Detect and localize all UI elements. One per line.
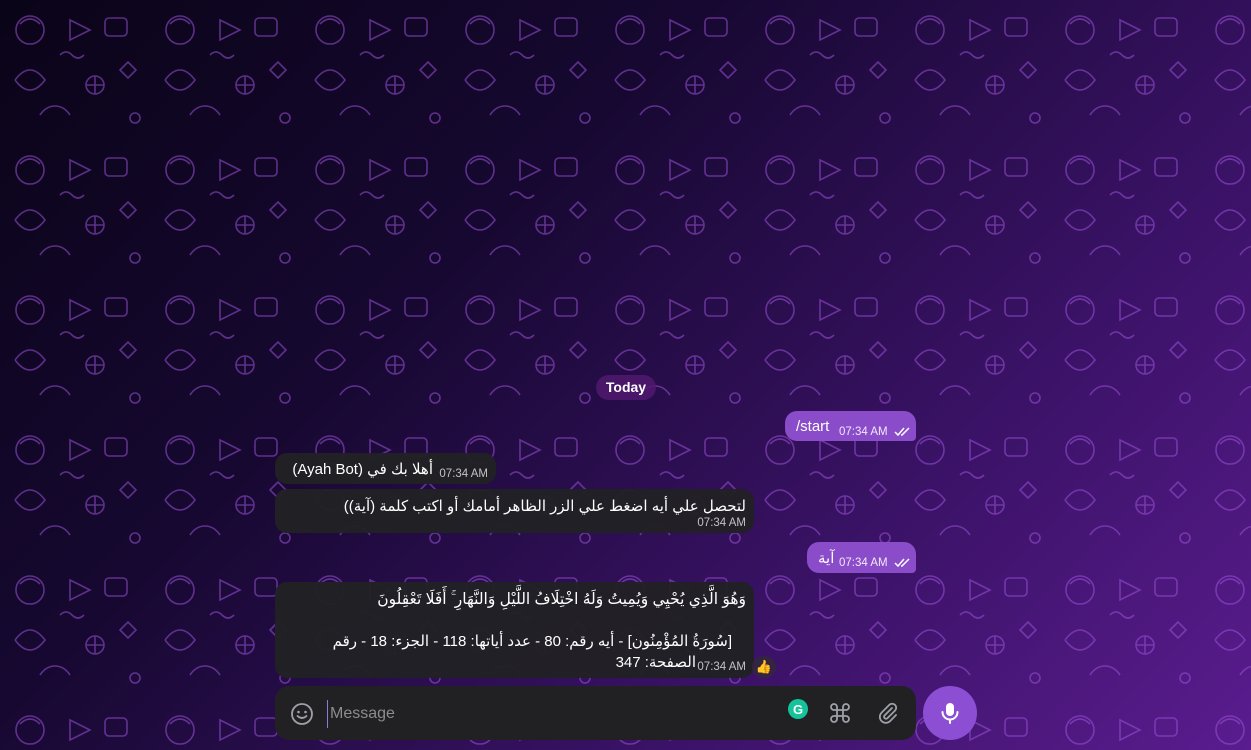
mic-button[interactable] [923, 686, 977, 740]
chat-area: Today /start 07:34 AM أهلا بك في (Ayah B… [0, 0, 1251, 750]
message-time: 07:34 AM [839, 557, 911, 569]
grammarly-icon[interactable]: G [788, 699, 808, 719]
message-time: 07:34 AM [439, 468, 488, 480]
emoji-icon[interactable] [290, 702, 314, 726]
mic-icon [941, 703, 959, 724]
ayah-text: وَهُوَ الَّذِي يُحْيِي وَيُمِيتُ وَلَهُ … [377, 591, 746, 608]
message-time: 07:34 AM [839, 426, 911, 438]
double-check-icon [894, 558, 910, 568]
message-time: 07:34 AM [697, 517, 746, 529]
message-input[interactable] [327, 700, 762, 728]
message-text: أهلا بك في (Ayah Bot) [292, 461, 433, 478]
message-text: آية [818, 550, 835, 567]
message-text: /start [796, 418, 830, 435]
message-composer [275, 686, 916, 740]
message-incoming-instructions[interactable]: لتحصل علي أيه اضغط علي الزر الظاهر أمامك… [275, 489, 754, 533]
date-separator: Today [596, 375, 656, 400]
attach-icon[interactable] [876, 701, 900, 725]
message-incoming-ayah[interactable]: وَهُوَ الَّذِي يُحْيِي وَيُمِيتُ وَلَهُ … [275, 582, 754, 678]
message-outgoing-ayah[interactable]: آية 07:34 AM [807, 542, 916, 573]
ayah-info-line-1: [سُورَةُ المُؤْمِنُون] - أيه رقم: 80 - ع… [332, 633, 732, 650]
message-text: لتحصل علي أيه اضغط علي الزر الظاهر أمامك… [343, 498, 746, 515]
message-outgoing-start[interactable]: /start 07:34 AM [785, 411, 916, 441]
message-incoming-welcome[interactable]: أهلا بك في (Ayah Bot) 07:34 AM [275, 453, 496, 484]
double-check-icon [894, 427, 910, 437]
thumbs-up-reaction[interactable]: 👍 [752, 656, 776, 678]
ayah-info-line-2: الصفحة: 347 [615, 654, 696, 671]
command-icon[interactable] [828, 701, 852, 725]
message-time: 07:34 AM [697, 661, 746, 673]
